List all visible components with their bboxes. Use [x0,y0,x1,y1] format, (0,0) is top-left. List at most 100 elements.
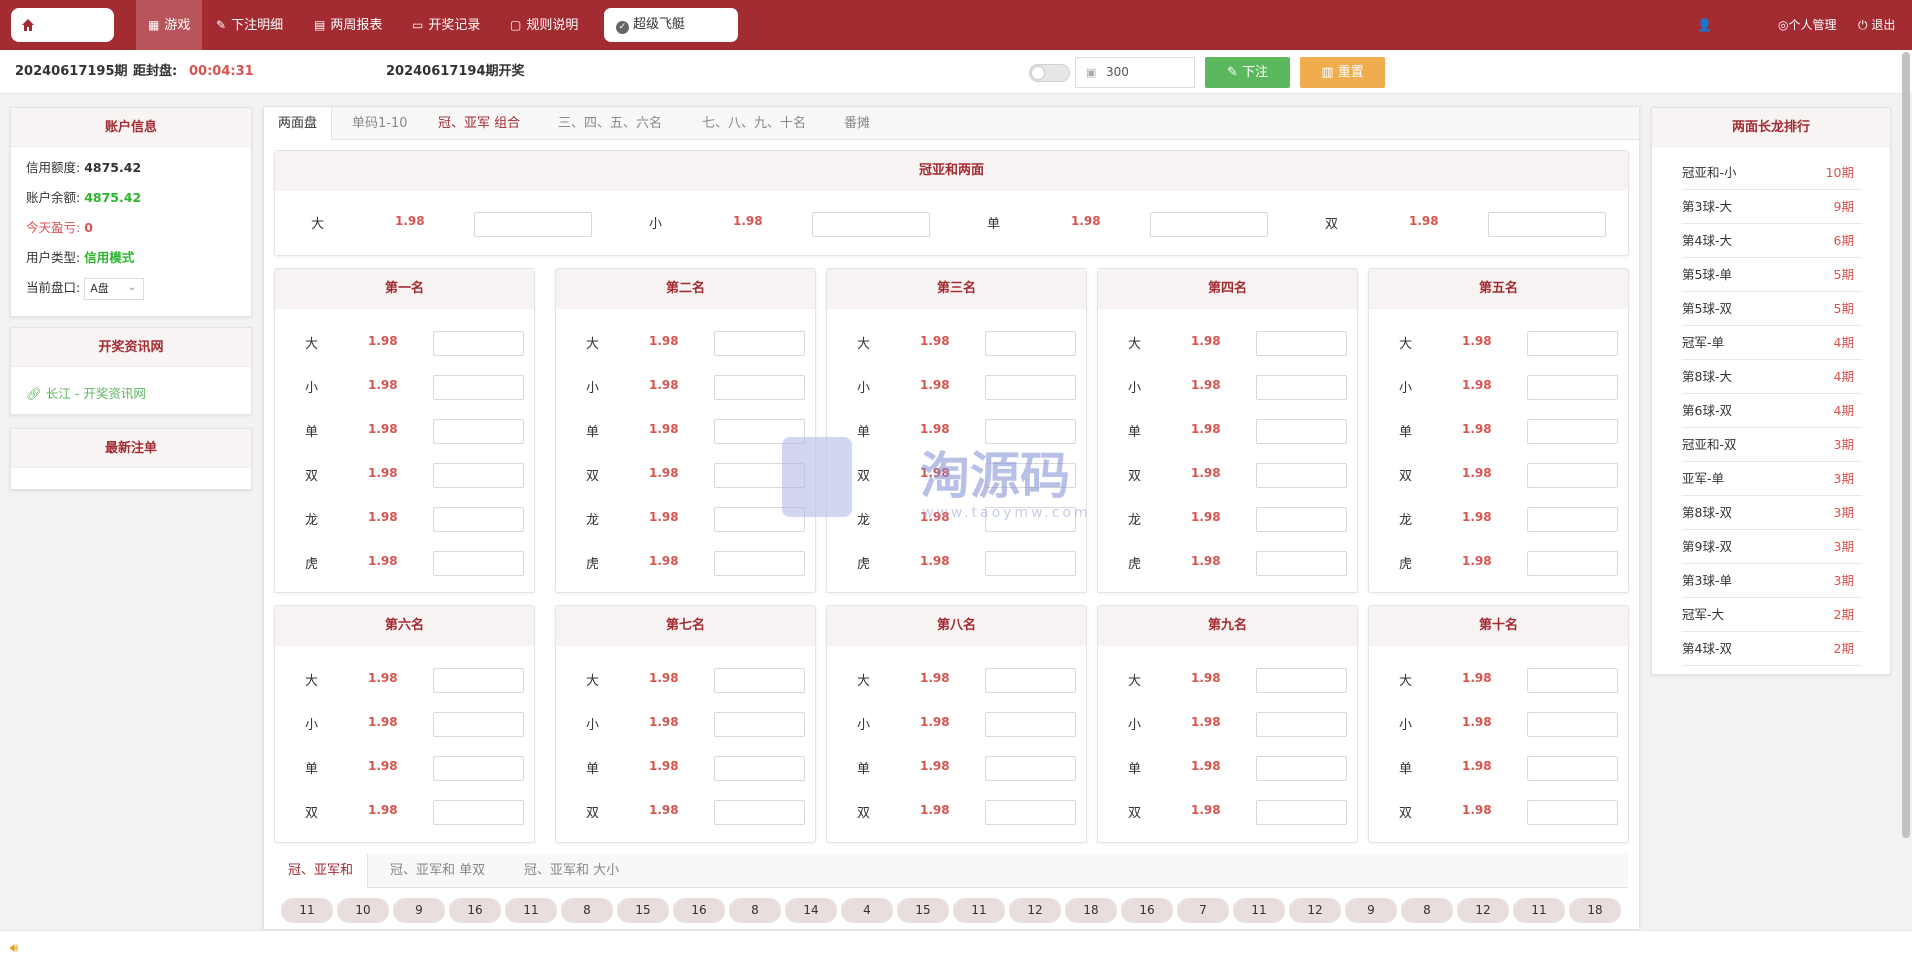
rank-bet-input[interactable] [985,712,1076,737]
rank-bet-input[interactable] [433,463,524,488]
rank-option-odds: 1.98 [368,422,398,436]
nav-item-bet-details[interactable]: ✎ 下注明细 [216,0,283,50]
personal-management-link[interactable]: ◎个人管理 [1778,0,1837,50]
rank-option-label: 虎 [305,557,319,572]
rank-bet-input[interactable] [1256,419,1347,444]
rank-bet-input[interactable] [1527,463,1618,488]
rank-bet-input[interactable] [714,375,805,400]
rank-bet-input[interactable] [714,507,805,532]
long-dragon-name: 亚军-单 [1682,471,1725,486]
sum-bet-input[interactable] [1488,212,1606,237]
rank-bet-input[interactable] [1527,756,1618,781]
rank-bet-input[interactable] [985,668,1076,693]
rank-bet-input[interactable] [714,419,805,444]
bet-button[interactable]: ✎ 下注 [1205,57,1290,88]
rank-bet-input[interactable] [433,507,524,532]
sum-bet-input[interactable] [812,212,930,237]
rank-bet-input[interactable] [1527,375,1618,400]
tab-fantan[interactable]: 番摊 [844,107,870,140]
game-selector[interactable]: ✓ 超级飞艇 [604,8,738,42]
rank-bet-input[interactable] [714,712,805,737]
sum-bet-input[interactable] [474,212,592,237]
rank-bet-input[interactable] [1527,712,1618,737]
rank-option-label: 大 [586,337,600,352]
rank-bet-input[interactable] [1256,756,1347,781]
rank-bet-input[interactable] [433,331,524,356]
user-icon[interactable]: 👤 [1697,0,1712,50]
rank-bet-input[interactable] [1527,551,1618,576]
rank-bet-input[interactable] [985,800,1076,825]
home-button[interactable] [11,8,114,42]
rank-bet-input[interactable] [1527,331,1618,356]
rank-bet-input[interactable] [714,800,805,825]
news-link[interactable]: 🔗︎ 长江 - 开奖资讯网 [11,367,251,418]
long-dragon-count: 6期 [1833,233,1854,248]
rank-bet-input[interactable] [985,507,1076,532]
long-dragon-row: 冠军-单 4期 [1682,326,1862,360]
rank-bet-input[interactable] [1256,375,1347,400]
rank-bet-input[interactable] [1256,668,1347,693]
long-dragon-count: 3期 [1833,437,1854,452]
rank-option-odds: 1.98 [920,334,950,348]
rank-bet-input[interactable] [1527,668,1618,693]
rank-bet-input[interactable] [985,419,1076,444]
tab-sum-odd-even[interactable]: 冠、亚军和 单双 [390,854,485,888]
nav-item-game[interactable]: ▦ 游戏 [136,0,203,50]
rank-bet-input[interactable] [714,331,805,356]
handicap-select[interactable]: A盘 ⌄ [84,277,145,300]
rank-bet-input[interactable] [985,551,1076,576]
nav-item-rules[interactable]: ▢ 规则说明 [510,0,578,50]
tab-two-sides[interactable]: 两面盘 [264,107,333,140]
rank-bet-input[interactable] [1256,463,1347,488]
rank-bet-input[interactable] [714,756,805,781]
rank-bet-input[interactable] [433,551,524,576]
tab-7-10[interactable]: 七、八、九、十名 [702,107,806,140]
tab-single-number[interactable]: 单码1-10 [352,107,408,140]
rank-section: 第十名大 1.98 小 1.98 单 1.98 双 1.98 [1368,605,1629,843]
logout-link[interactable]: ⏻ 退出 [1858,0,1895,50]
rank-bet-input[interactable] [985,463,1076,488]
tab-3-6[interactable]: 三、四、五、六名 [558,107,662,140]
rank-bet-input[interactable] [714,551,805,576]
rank-bet-input[interactable] [985,331,1076,356]
long-dragon-count: 5期 [1833,301,1854,316]
rank-bet-input[interactable] [1256,507,1347,532]
rank-bet-input[interactable] [985,375,1076,400]
sum-label: 小 [649,217,663,232]
rank-option-label: 龙 [305,513,319,528]
rank-bet-input[interactable] [1527,507,1618,532]
nav-item-report[interactable]: ▤ 两周报表 [314,0,382,50]
rank-bet-input[interactable] [1527,800,1618,825]
rank-bet-input[interactable] [433,800,524,825]
amount-input[interactable]: ▣ 300 [1075,57,1195,88]
rank-bet-input[interactable] [433,419,524,444]
tab-sum[interactable]: 冠、亚军和 [274,854,369,888]
rank-bet-input[interactable] [433,712,524,737]
rank-bet-input[interactable] [985,756,1076,781]
rank-option-odds: 1.98 [368,510,398,524]
rank-option-odds: 1.98 [1462,378,1492,392]
rank-bet-input[interactable] [1527,419,1618,444]
tab-sum-big-small[interactable]: 冠、亚军和 大小 [524,854,619,888]
rank-option-label: 单 [1399,762,1413,777]
history-ball: 8 [561,898,613,923]
rank-bet-input[interactable] [1256,551,1347,576]
sound-icon[interactable]: 🔊︎ [10,941,18,956]
rank-bet-input[interactable] [433,756,524,781]
rank-bet-input[interactable] [1256,800,1347,825]
scrollbar[interactable] [1902,52,1910,838]
nav-item-draw-history[interactable]: ▭ 开奖记录 [412,0,480,50]
rank-bet-input[interactable] [1256,712,1347,737]
sum-bet-input[interactable] [1150,212,1268,237]
long-dragon-row: 第6球-双 4期 [1682,394,1862,428]
rank-bet-input[interactable] [714,463,805,488]
rank-bet-input[interactable] [433,668,524,693]
quick-bet-toggle[interactable] [1029,64,1070,82]
rank-bet-input[interactable] [1256,331,1347,356]
tab-champion-combo[interactable]: 冠、亚军 组合 [438,107,520,140]
rank-bet-input[interactable] [714,668,805,693]
rank-option-odds: 1.98 [649,378,679,392]
rank-bet-input[interactable] [433,375,524,400]
reset-button[interactable]: ▥ 重置 [1300,57,1385,88]
long-dragon-count: 5期 [1833,267,1854,282]
